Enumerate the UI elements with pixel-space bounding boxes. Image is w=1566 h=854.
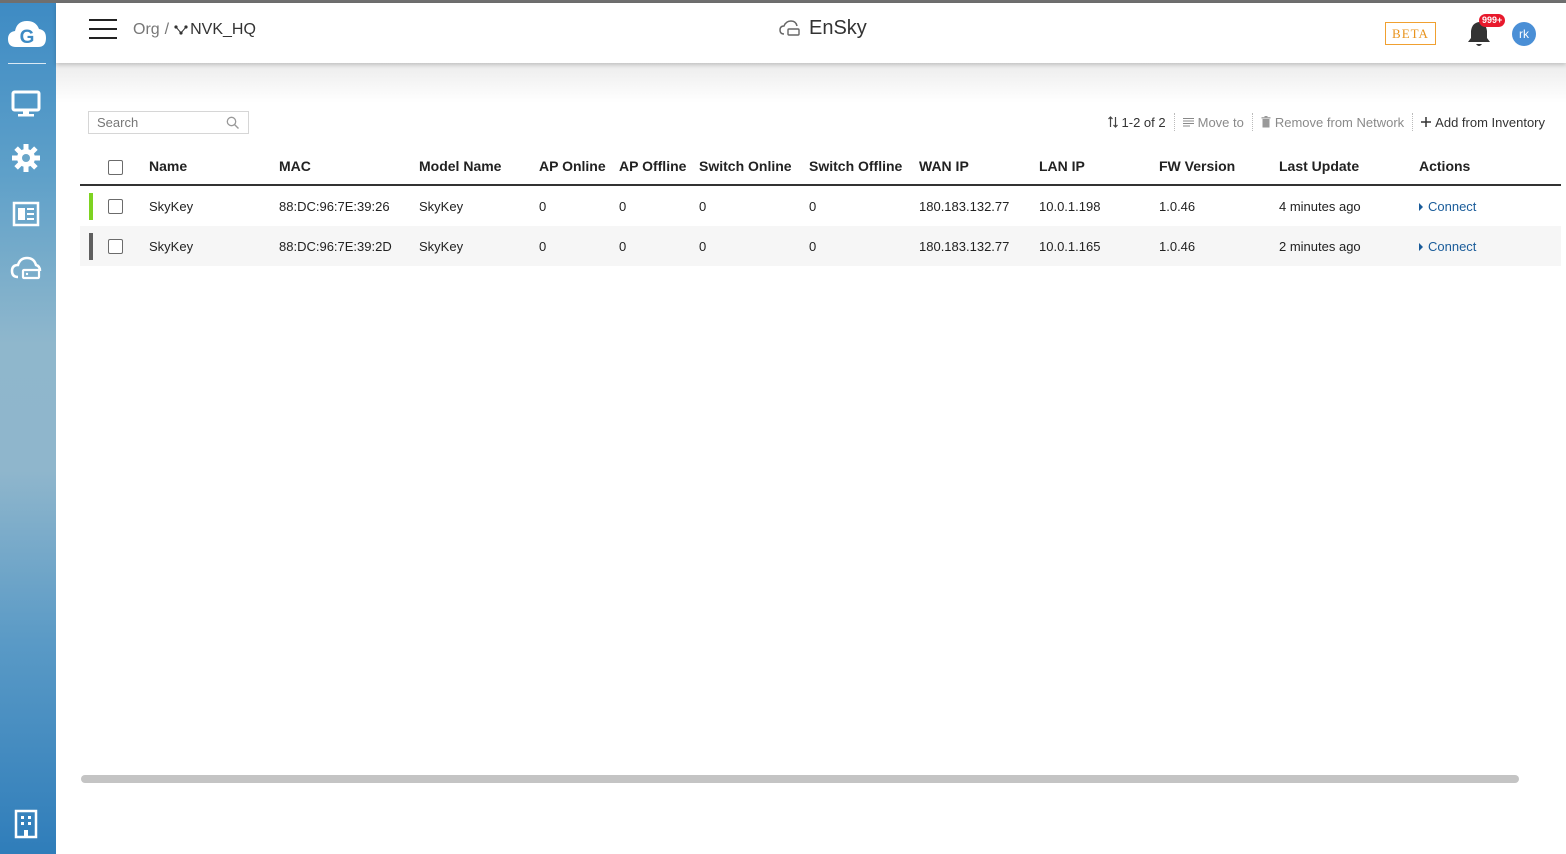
cell-switch-online: 0 [699,199,707,214]
column-header[interactable]: Switch Offline [809,158,902,174]
cell-switch-offline: 0 [809,199,817,214]
select-all-checkbox[interactable] [108,160,123,175]
search-box[interactable] [88,111,249,134]
caret-right-icon [1419,242,1423,251]
beta-badge: BETA [1385,22,1436,45]
column-header: Actions [1419,158,1471,174]
search-input[interactable] [97,115,222,130]
search-icon[interactable] [226,116,240,130]
cell-ap-offline: 0 [619,199,627,214]
remove-from-network-button[interactable]: Remove from Network [1253,115,1412,130]
caret-right-icon [1419,202,1423,211]
column-header[interactable]: MAC [279,158,311,174]
column-header[interactable]: Model Name [419,158,501,174]
cell-switch-offline: 0 [809,239,817,254]
network-topology-icon [174,25,188,35]
trash-icon [1261,116,1271,128]
remove-label: Remove from Network [1274,114,1405,130]
building-icon[interactable] [10,808,42,840]
horizontal-scrollbar[interactable] [81,775,1519,783]
status-indicator [89,233,93,260]
svg-text:G: G [20,27,35,48]
user-avatar[interactable]: rk [1512,22,1536,46]
devices-table: Name MAC Model Name AP Online AP Offline… [80,150,1561,266]
row-checkbox[interactable] [108,199,123,214]
column-header[interactable]: FW Version [1159,158,1235,174]
column-header[interactable]: WAN IP [919,158,969,174]
table-row[interactable]: SkyKey 88:DC:96:7E:39:2D SkyKey 0 0 0 0 … [80,226,1561,266]
connect-label: Connect [1428,239,1477,254]
status-indicator [89,193,93,220]
app-title: EnSky [779,17,867,40]
breadcrumb-network[interactable]: NVK_HQ [174,21,256,39]
app-title-text: EnSky [809,17,867,39]
column-header[interactable]: AP Offline [619,158,686,174]
sort-pagination[interactable]: 1-2 of 2 [1100,115,1174,130]
cell-switch-online: 0 [699,239,707,254]
cloud-device-icon [779,19,800,36]
cell-fw-version: 1.0.46 [1159,199,1196,214]
cell-fw-version: 1.0.46 [1159,239,1196,254]
cell-name: SkyKey [149,199,194,214]
menu-toggle-icon[interactable] [89,19,117,41]
breadcrumb: Org / NVK_HQ [133,21,256,39]
dashboard-icon[interactable] [10,198,42,230]
gear-icon[interactable] [10,142,42,174]
table-row[interactable]: SkyKey 88:DC:96:7E:39:26 SkyKey 0 0 0 0 … [80,186,1561,226]
cell-lan-ip: 10.0.1.198 [1039,199,1101,214]
cell-wan-ip: 180.183.132.77 [919,239,1010,254]
monitor-icon[interactable] [10,88,42,120]
cell-name: SkyKey [149,239,194,254]
column-header[interactable]: Switch Online [699,158,792,174]
cell-last-update: 4 minutes ago [1279,199,1361,214]
connect-link[interactable]: Connect [1419,199,1476,214]
list-icon [1182,118,1194,127]
cell-wan-ip: 180.183.132.77 [919,199,1010,214]
cell-last-update: 2 minutes ago [1279,239,1361,254]
add-label: Add from Inventory [1435,114,1545,130]
table-toolbar: 1-2 of 2 Move to Remove from Network Add… [1100,113,1553,131]
connect-label: Connect [1428,199,1477,214]
cell-model: SkyKey [419,199,464,214]
app-logo-icon[interactable]: G [6,14,48,56]
cloud-device-icon[interactable] [10,253,42,285]
cell-ap-online: 0 [539,239,547,254]
sort-icon [1107,116,1118,128]
cell-mac: 88:DC:96:7E:39:2D [279,239,392,254]
header-subband [56,63,1566,103]
sidebar-divider [8,63,46,64]
connect-link[interactable]: Connect [1419,239,1476,254]
breadcrumb-separator: / [164,21,170,38]
table-header: Name MAC Model Name AP Online AP Offline… [80,150,1561,186]
breadcrumb-network-label: NVK_HQ [190,21,256,38]
add-from-inventory-button[interactable]: Add from Inventory [1413,115,1553,130]
top-header: Org / NVK_HQ EnSky BETA 999+ rk [56,3,1566,63]
cell-lan-ip: 10.0.1.165 [1039,239,1101,254]
cell-mac: 88:DC:96:7E:39:26 [279,199,390,214]
pagination-text: 1-2 of 2 [1121,114,1166,130]
cell-model: SkyKey [419,239,464,254]
notification-count-badge: 999+ [1479,14,1506,27]
cell-ap-online: 0 [539,199,547,214]
breadcrumb-org[interactable]: Org [133,21,160,39]
row-checkbox[interactable] [108,239,123,254]
column-header[interactable]: LAN IP [1039,158,1085,174]
cell-ap-offline: 0 [619,239,627,254]
sidebar: G [0,3,56,854]
column-header[interactable]: Last Update [1279,158,1359,174]
column-header[interactable]: Name [149,158,187,174]
plus-icon [1421,117,1432,127]
column-header[interactable]: AP Online [539,158,606,174]
move-to-button[interactable]: Move to [1175,115,1252,130]
move-to-label: Move to [1197,114,1244,130]
